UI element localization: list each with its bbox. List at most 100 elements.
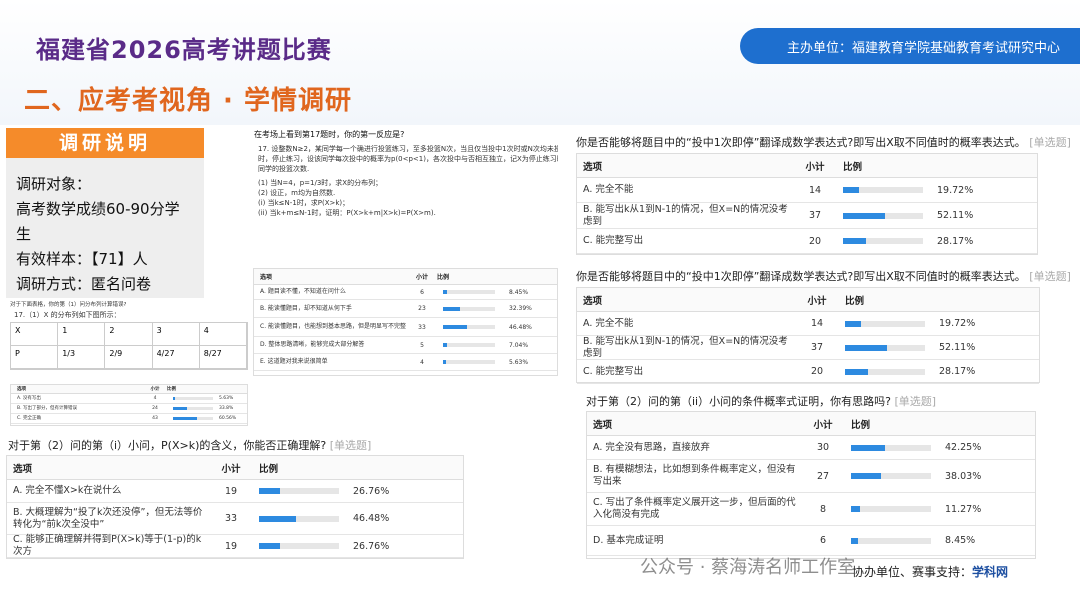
count-value: 19 <box>224 485 238 497</box>
option-label: B. 写出了部分，但有计算错误 <box>17 405 77 411</box>
dist-header-cell: 4 <box>199 323 247 346</box>
page-title: 福建省2026高考讲题比赛 <box>36 36 332 64</box>
table-row: B. 能写出k从1到N-1的情况，但X=N的情况没考虑到 37 52.11% <box>577 336 1039 360</box>
survey-info-box: 调研对象： 高考数学成绩60-90分学 生 有效样本：【71】人 调研方式：匿名… <box>6 158 204 298</box>
ratio-percent: 26.76% <box>353 485 390 497</box>
ratio-bar <box>259 515 297 522</box>
table-row: C. 写出了条件概率定义展开这一步，但后面的代入化简没有完成 8 11.27% <box>587 493 1035 526</box>
table-row: D. 基本完成证明 6 8.45% <box>587 526 1035 556</box>
survey-tag: 调研说明 <box>6 128 204 158</box>
ratio-percent: 46.48% <box>509 323 532 331</box>
count-value: 5 <box>420 341 424 349</box>
option-label: B. 有模糊想法，比如想到条件概率定义，但没有写出来 <box>593 464 796 487</box>
survey-line: 有效样本：【71】人 <box>16 250 148 268</box>
ratio-bar-track <box>259 543 339 549</box>
doc-line: (2) 设正，m均为自然数. <box>258 189 336 197</box>
question-type-tag: [单选题] <box>1029 136 1071 149</box>
count-value: 14 <box>810 318 824 329</box>
dist-value-cell: 8/27 <box>199 346 247 369</box>
dist-result-table: 选项 小计 比例 A. 没有写出 4 5.63% B. 写出了部分，但有计算错误 24 3… <box>10 384 248 426</box>
ratio-percent: 52.11% <box>939 342 976 353</box>
ratio-bar <box>845 344 887 351</box>
option-label: D. 整体思路清晰，能够完成大部分解答 <box>260 341 365 349</box>
question-type-tag: [单选题] <box>329 439 372 452</box>
ratio-cell: 11.27% <box>845 504 1035 515</box>
table-row: C. 能完整写出 20 28.17% <box>577 229 1037 254</box>
ratio-percent: 32.39% <box>509 305 532 312</box>
ratio-percent: 38.03% <box>945 470 982 482</box>
left-question: 对于第（2）问的第（i）小问，P(X>k)的含义，你能否正确理解? [单选题] <box>8 437 371 453</box>
ratio-bar-track <box>259 515 339 522</box>
count-value: 14 <box>808 184 822 196</box>
col-header-count: 小计 <box>150 387 160 392</box>
ratio-bar-track <box>851 537 931 544</box>
option-label: B. 大概理解为“投了k次还没停”，但无法等价转化为“前k次全没中” <box>13 506 203 530</box>
table-row: B. 能读懂题目，却不知道从何下手 23 32.39% <box>254 300 557 318</box>
ratio-bar <box>173 417 198 420</box>
dist-value-cell: P <box>11 346 59 369</box>
ratio-cell: 26.76% <box>253 541 463 552</box>
ratio-bar <box>843 212 885 219</box>
col-header-ratio: 比例 <box>843 161 863 173</box>
ratio-bar <box>173 407 187 410</box>
ratio-percent: 33.8% <box>219 406 234 411</box>
ratio-bar <box>443 325 468 329</box>
col-header-option: 选项 <box>583 295 603 307</box>
dist-header-cell: 2 <box>105 323 153 346</box>
ratio-percent: 28.17% <box>937 235 974 247</box>
count-value: 23 <box>418 305 426 312</box>
ratio-bar <box>843 238 866 244</box>
doc-line: (i) 当k≤N-1时，求P(X>k)； <box>258 199 350 207</box>
count-value: 33 <box>418 323 426 331</box>
question-text: 对于第（2）问的第（ii）小问的条件概率式证明，你有思路吗? <box>586 395 891 408</box>
option-label: E. 这道题对我来说很简单 <box>260 358 328 366</box>
count-value: 37 <box>808 210 822 221</box>
ratio-cell: 52.11% <box>837 210 1037 221</box>
ratio-percent: 26.76% <box>353 540 390 552</box>
option-label: A. 完全不能 <box>583 317 634 329</box>
ratio-percent: 5.63% <box>509 358 529 366</box>
option-label: C. 能读懂题目，也能想到基本思路，但是明显写不完整 <box>260 323 407 331</box>
table-row: A. 题目读不懂，不知道在问什么 6 8.45% <box>254 285 557 300</box>
count-value: 8 <box>819 503 827 515</box>
ratio-cell: 42.25% <box>845 442 1035 453</box>
col-header-count: 小计 <box>807 295 827 307</box>
survey-line: 高考数学成绩60-90分学 <box>16 200 180 218</box>
question-text: 对于第（2）问的第（i）小问，P(X>k)的含义，你能否正确理解? <box>8 439 327 452</box>
col-header-option: 选项 <box>593 419 613 431</box>
col-header-count: 小计 <box>221 463 241 475</box>
organizer-label: 主办单位：福建教育学院基础教育考试研究中心 <box>786 41 1060 56</box>
ratio-cell: 52.11% <box>839 342 1039 353</box>
table-row: A. 完全不懂X>k在说什么 19 26.76% <box>7 480 463 503</box>
count-value: 4 <box>153 396 157 401</box>
ratio-percent: 28.17% <box>939 366 976 377</box>
table-row: B. 大概理解为“投了k次还没停”，但无法等价转化为“前k次全没中” 33 46.4… <box>7 503 463 535</box>
count-value: 20 <box>808 235 822 247</box>
ratio-bar <box>443 290 448 294</box>
ratio-percent: 60.56% <box>219 416 237 421</box>
table-row: B. 能写出k从1到N-1的情况，但X=N的情况没考虑到 37 52.11% <box>577 203 1037 229</box>
survey-line: 生 <box>16 225 32 243</box>
ratio-cell: 5.63% <box>437 359 557 366</box>
ratio-bar <box>259 543 281 549</box>
survey-line: 调研对象： <box>16 175 92 193</box>
reaction-table: 选项 小计 比例 A. 题目读不懂，不知道在问什么 6 8.45% B. 能读懂题目，… <box>253 268 558 376</box>
ratio-bar-track <box>843 187 923 193</box>
doc-line: 时，停止练习，设该同学每次投中的概率为p(0<p<1)，各次投中与否相互独立，记… <box>258 155 558 163</box>
ratio-bar <box>443 360 446 364</box>
col-header-option: 选项 <box>13 463 33 475</box>
ratio-bar-track <box>843 238 923 244</box>
option-label: A. 没有写出 <box>17 395 41 401</box>
ratio-bar-track <box>845 320 925 327</box>
ratio-bar-track <box>851 444 931 451</box>
table-row: B. 有模糊想法，比如想到条件概率定义，但没有写出来 27 38.03% <box>587 460 1035 493</box>
col-header-count: 小计 <box>415 274 428 281</box>
option-label: A. 完全不懂X>k在说什么 <box>13 485 122 497</box>
count-value: 33 <box>224 513 238 524</box>
dist-value-cell: 1/3 <box>58 346 106 369</box>
ratio-percent: 8.45% <box>945 535 976 546</box>
option-label: B. 能写出k从1到N-1的情况，但X=N的情况没考虑到 <box>583 335 788 359</box>
right2-survey-table: 选项 小计 比例 A. 完全不能 14 19.72% B. 能写出k从1到N-1的情况… <box>576 287 1040 384</box>
ratio-cell: 5.63% <box>167 396 247 401</box>
table-row: A. 完全不能 14 19.72% <box>577 178 1037 203</box>
